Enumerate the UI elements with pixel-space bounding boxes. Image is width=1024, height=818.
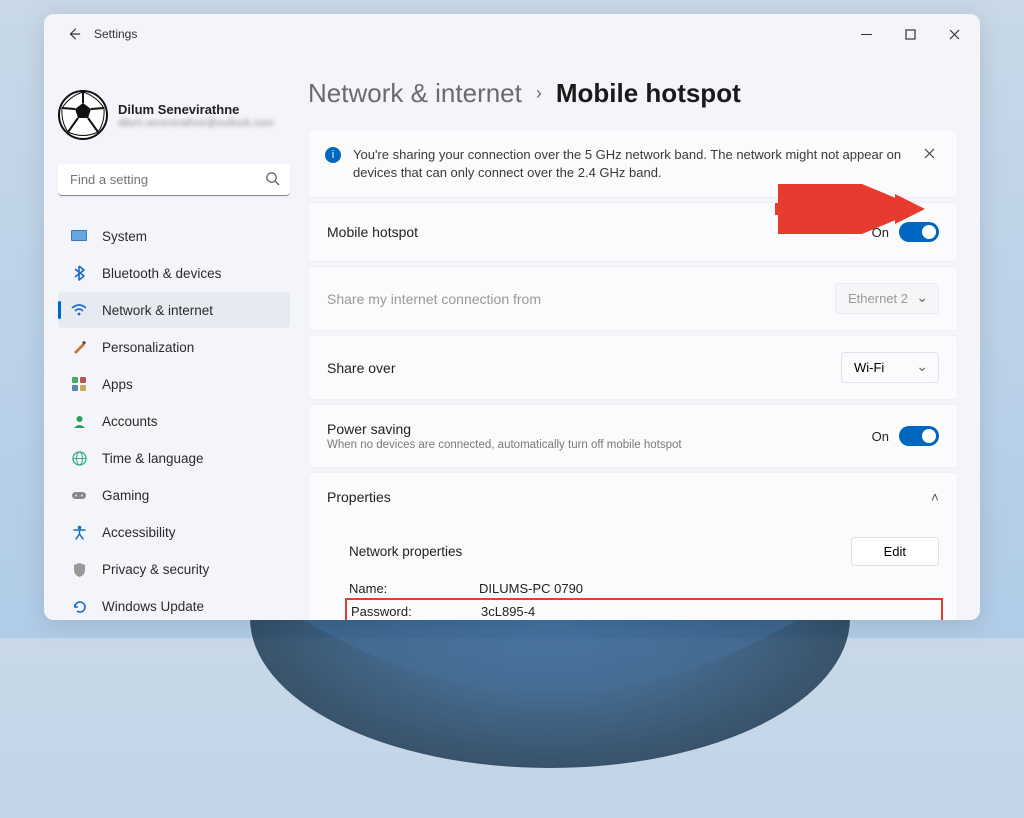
x-icon (924, 148, 935, 159)
share-over-select[interactable]: Wi-Fi (841, 352, 939, 383)
hotspot-label: Mobile hotspot (327, 224, 418, 240)
sidebar-item-label: Privacy & security (102, 562, 209, 577)
sidebar-item-label: Accounts (102, 414, 158, 429)
password-value: 3cL895-4 (481, 604, 535, 619)
sidebar-item-gaming[interactable]: Gaming (58, 477, 290, 513)
search-icon (265, 171, 280, 191)
soccer-ball-icon (58, 90, 108, 140)
prop-name-row: Name: DILUMS-PC 0790 (349, 578, 939, 599)
back-arrow-icon (67, 27, 81, 41)
sidebar-item-personalization[interactable]: Personalization (58, 329, 290, 365)
chevron-up-icon: ˄ (931, 489, 939, 505)
dismiss-banner-button[interactable] (917, 146, 941, 162)
window-close[interactable] (932, 14, 976, 54)
breadcrumb-separator: › (536, 83, 542, 104)
title-bar: Settings (44, 14, 980, 54)
edit-button[interactable]: Edit (851, 537, 939, 566)
share-from-label: Share my internet connection from (327, 291, 541, 307)
power-saving-toggle[interactable] (899, 426, 939, 446)
profile-email: dilum.senevirathne@outlook.com (118, 117, 273, 129)
minimize-icon (861, 29, 872, 40)
sidebar-item-accessibility[interactable]: Accessibility (58, 514, 290, 550)
main-content: Network & internet › Mobile hotspot i Yo… (304, 54, 980, 620)
info-icon: i (325, 147, 341, 163)
sidebar-item-windows-update[interactable]: Windows Update (58, 588, 290, 620)
share-from-select: Ethernet 2 (835, 283, 939, 314)
globe-icon (70, 449, 88, 467)
sidebar-item-label: Accessibility (102, 525, 176, 540)
properties-expander[interactable]: Properties ˄ (309, 473, 957, 521)
properties-header-label: Properties (327, 489, 391, 505)
sidebar-item-label: Network & internet (102, 303, 213, 318)
share-over-panel: Share over Wi-Fi (308, 335, 958, 400)
name-label: Name: (349, 581, 479, 596)
brush-icon (70, 338, 88, 356)
sidebar-item-network[interactable]: Network & internet (58, 292, 290, 328)
app-title: Settings (94, 27, 137, 41)
system-icon (70, 227, 88, 245)
update-icon (70, 597, 88, 615)
maximize-icon (905, 29, 916, 40)
info-text: You're sharing your connection over the … (353, 146, 905, 181)
sidebar-item-label: Bluetooth & devices (102, 266, 221, 281)
accessibility-icon (70, 523, 88, 541)
sidebar-item-label: Apps (102, 377, 133, 392)
sidebar-item-time-language[interactable]: Time & language (58, 440, 290, 476)
sidebar-item-label: Personalization (102, 340, 194, 355)
share-from-panel: Share my internet connection from Ethern… (308, 266, 958, 331)
sidebar: Dilum Senevirathne dilum.senevirathne@ou… (44, 54, 304, 620)
window-maximize[interactable] (888, 14, 932, 54)
sidebar-item-label: Gaming (102, 488, 149, 503)
bluetooth-icon (70, 264, 88, 282)
properties-panel: Properties ˄ Network properties Edit Nam… (308, 472, 958, 620)
wifi-icon (70, 301, 88, 319)
highlight-annotation: Password: 3cL895-4 (345, 598, 943, 620)
hotspot-toggle[interactable] (899, 222, 939, 242)
sidebar-item-label: Windows Update (102, 599, 204, 614)
profile-name: Dilum Senevirathne (118, 102, 273, 117)
sidebar-item-label: System (102, 229, 147, 244)
page-title: Mobile hotspot (556, 78, 741, 109)
apps-icon (70, 375, 88, 393)
power-saving-panel: Power saving When no devices are connect… (308, 404, 958, 468)
close-icon (949, 29, 960, 40)
sidebar-item-apps[interactable]: Apps (58, 366, 290, 402)
settings-window: Settings Dilum Senevirathne d (44, 14, 980, 620)
back-button[interactable] (60, 20, 88, 48)
password-label: Password: (351, 604, 481, 619)
sidebar-item-system[interactable]: System (58, 218, 290, 254)
share-over-label: Share over (327, 360, 395, 376)
sidebar-item-bluetooth[interactable]: Bluetooth & devices (58, 255, 290, 291)
hotspot-toggle-panel: Mobile hotspot On (308, 202, 958, 262)
power-saving-state: On (872, 429, 889, 444)
search-input[interactable] (58, 164, 290, 196)
avatar (58, 90, 108, 140)
network-properties-label: Network properties (349, 544, 462, 559)
sidebar-item-label: Time & language (102, 451, 204, 466)
power-saving-desc: When no devices are connected, automatic… (327, 439, 682, 451)
hotspot-state: On (872, 225, 889, 240)
search-container (58, 164, 290, 196)
name-value: DILUMS-PC 0790 (479, 581, 583, 596)
sidebar-item-accounts[interactable]: Accounts (58, 403, 290, 439)
account-icon (70, 412, 88, 430)
sidebar-item-privacy[interactable]: Privacy & security (58, 551, 290, 587)
window-minimize[interactable] (844, 14, 888, 54)
breadcrumb: Network & internet › Mobile hotspot (308, 78, 958, 109)
power-saving-label: Power saving (327, 421, 682, 437)
gamepad-icon (70, 486, 88, 504)
prop-password-row: Password: 3cL895-4 (351, 601, 937, 620)
info-banner: i You're sharing your connection over th… (308, 129, 958, 198)
profile-block[interactable]: Dilum Senevirathne dilum.senevirathne@ou… (58, 90, 290, 140)
shield-icon (70, 560, 88, 578)
breadcrumb-parent[interactable]: Network & internet (308, 78, 522, 109)
